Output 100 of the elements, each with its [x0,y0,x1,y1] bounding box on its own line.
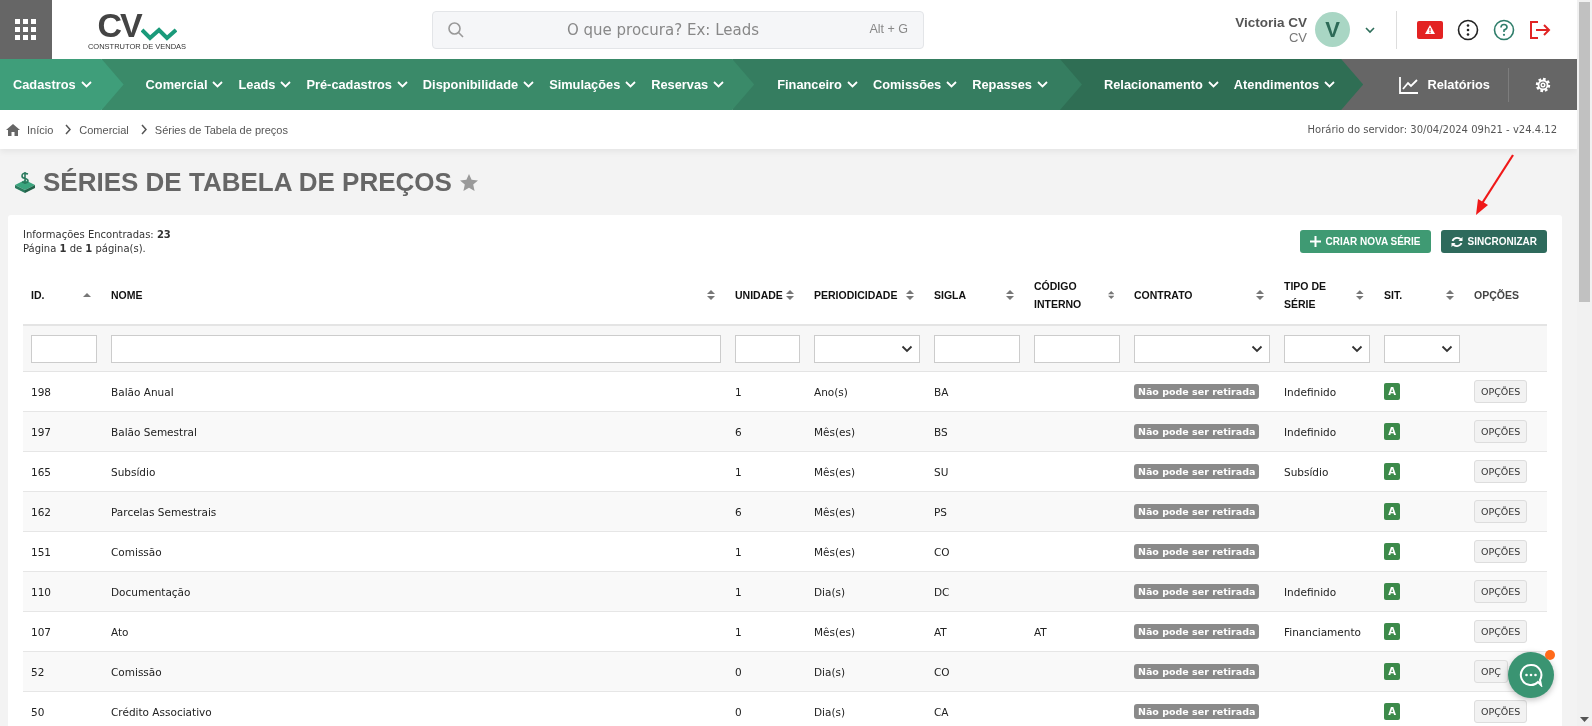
caret-icon [80,81,92,88]
user-avatar[interactable]: V [1315,12,1350,47]
options-button[interactable]: OPÇÕES [1474,380,1528,403]
table-cell: 1 [735,465,742,478]
options-button[interactable]: OPÇÕES [1474,500,1528,523]
table-cell: DC [934,585,950,598]
table-cell: Indefinido [1284,425,1337,438]
breadcrumb-link[interactable]: Comercial [79,123,129,136]
chat-bubble-icon [1519,663,1543,687]
sort-ascending-icon[interactable] [83,292,91,298]
caret-icon [713,81,725,88]
money-box-icon [14,171,36,193]
user-company: CV [1288,29,1307,45]
chevron-down-icon [1441,344,1453,353]
table-cell: 1 [735,585,742,598]
nav-menu-item[interactable]: Pré-cadastros [306,77,408,92]
table-cell: BA [934,385,949,398]
table-cell: Indefinido [1284,385,1337,398]
plus-icon [1309,236,1321,247]
table-cell: 1 [735,625,742,638]
column-header[interactable]: TIPO DE SÉRIE [1284,277,1357,313]
options-button[interactable]: OPÇÕES [1474,460,1528,483]
shortcut-hint: Alt + G [869,21,908,36]
sort-icon[interactable] [707,289,715,301]
status-tag: A [1384,463,1400,480]
help-icon[interactable] [1493,18,1515,41]
options-button[interactable]: OPÇÕES [1474,620,1528,643]
options-button[interactable]: OPÇÕES [1474,580,1528,603]
options-button[interactable]: OPÇÕES [1474,540,1528,563]
nav-menu-item[interactable]: Simulações [549,77,637,92]
nav-menu-item[interactable]: Financeiro [777,77,858,92]
page-title: SÉRIES DE TABELA DE PREÇOS [43,166,452,198]
filter-field[interactable] [735,334,800,363]
nav-menu-item[interactable]: Comissões [872,77,958,92]
nav-menu-item[interactable]: Relacionamento [1103,77,1219,92]
table-cell: 197 [31,425,52,438]
table-cell: 0 [735,705,742,718]
column-header[interactable]: UNIDADE [735,286,783,304]
contract-tag: Não pode ser retirada [1134,584,1260,599]
column-header[interactable]: NOME [111,286,143,304]
line-chart-icon [1399,75,1420,94]
table-cell: BS [934,425,948,438]
table-cell: Dia(s) [814,585,846,598]
sort-icon[interactable] [1446,289,1454,301]
sort-icon[interactable] [1006,289,1014,301]
nav-menu-item[interactable]: Comercial [145,77,224,92]
caret-icon [1036,81,1048,88]
options-button[interactable]: OPÇÕES [1474,420,1528,443]
more-icon[interactable] [1457,18,1479,41]
nav-menu-item[interactable]: Repasses [972,77,1048,92]
table-cell: Mês(es) [814,465,856,478]
table-cell: Comissão [111,545,162,558]
nav-menu-item[interactable]: Disponibilidade [422,77,535,92]
table-cell: Subsídio [1284,465,1329,478]
caret-icon[interactable] [1364,25,1376,34]
column-header[interactable]: CÓDIGO INTERNO [1034,277,1108,313]
filter-field[interactable] [31,334,97,363]
column-header[interactable]: SIGLA [934,286,967,304]
table-cell: 6 [735,425,742,438]
apps-menu-button[interactable] [0,0,52,59]
status-tag: A [1384,583,1400,600]
contract-tag: Não pode ser retirada [1134,504,1260,519]
sort-icon[interactable] [1256,289,1264,301]
options-button[interactable]: OPÇÕES [1474,700,1528,723]
sync-button[interactable]: SINCRONIZAR [1440,230,1547,253]
table-cell: Financiamento [1284,625,1361,638]
status-tag: A [1384,663,1400,680]
options-button[interactable]: OPÇ [1474,660,1508,683]
breadcrumb-link[interactable]: Início [27,123,54,136]
column-header[interactable]: ID. [31,286,45,304]
table-cell: Comissão [111,665,162,678]
nav-menu-item[interactable]: Reservas [651,77,725,92]
contract-tag: Não pode ser retirada [1134,424,1260,439]
column-header[interactable]: CONTRATO [1134,286,1193,304]
filter-field[interactable] [111,334,721,363]
scroll-down-icon[interactable] [1580,717,1589,722]
table-cell: Subsídio [111,465,156,478]
logout-icon[interactable] [1529,19,1551,40]
sort-icon[interactable] [786,289,794,301]
filter-field[interactable] [1034,334,1120,363]
filter-field[interactable] [934,334,1020,363]
nav-menu-item[interactable]: Leads [238,77,292,92]
column-header[interactable]: SIT. [1384,286,1403,304]
chevron-down-icon [901,344,913,353]
annotation-arrow [1473,153,1517,217]
table-cell: 52 [31,665,45,678]
sort-icon[interactable] [906,289,914,301]
table-cell: 162 [31,505,52,518]
alert-icon[interactable] [1417,20,1443,39]
caret-icon [280,81,292,88]
sort-icon[interactable] [1356,289,1364,301]
status-tag: A [1384,703,1400,720]
favorite-star-icon[interactable] [458,172,479,192]
table-cell: 6 [735,505,742,518]
table-cell: CO [934,665,950,678]
nav-menu-item[interactable]: Atendimentos [1233,77,1336,92]
reports-link[interactable]: Relatórios [1399,75,1508,94]
caret-icon [846,81,858,88]
sort-icon[interactable] [1107,289,1114,301]
column-header[interactable]: PERIODICIDADE [814,286,898,304]
